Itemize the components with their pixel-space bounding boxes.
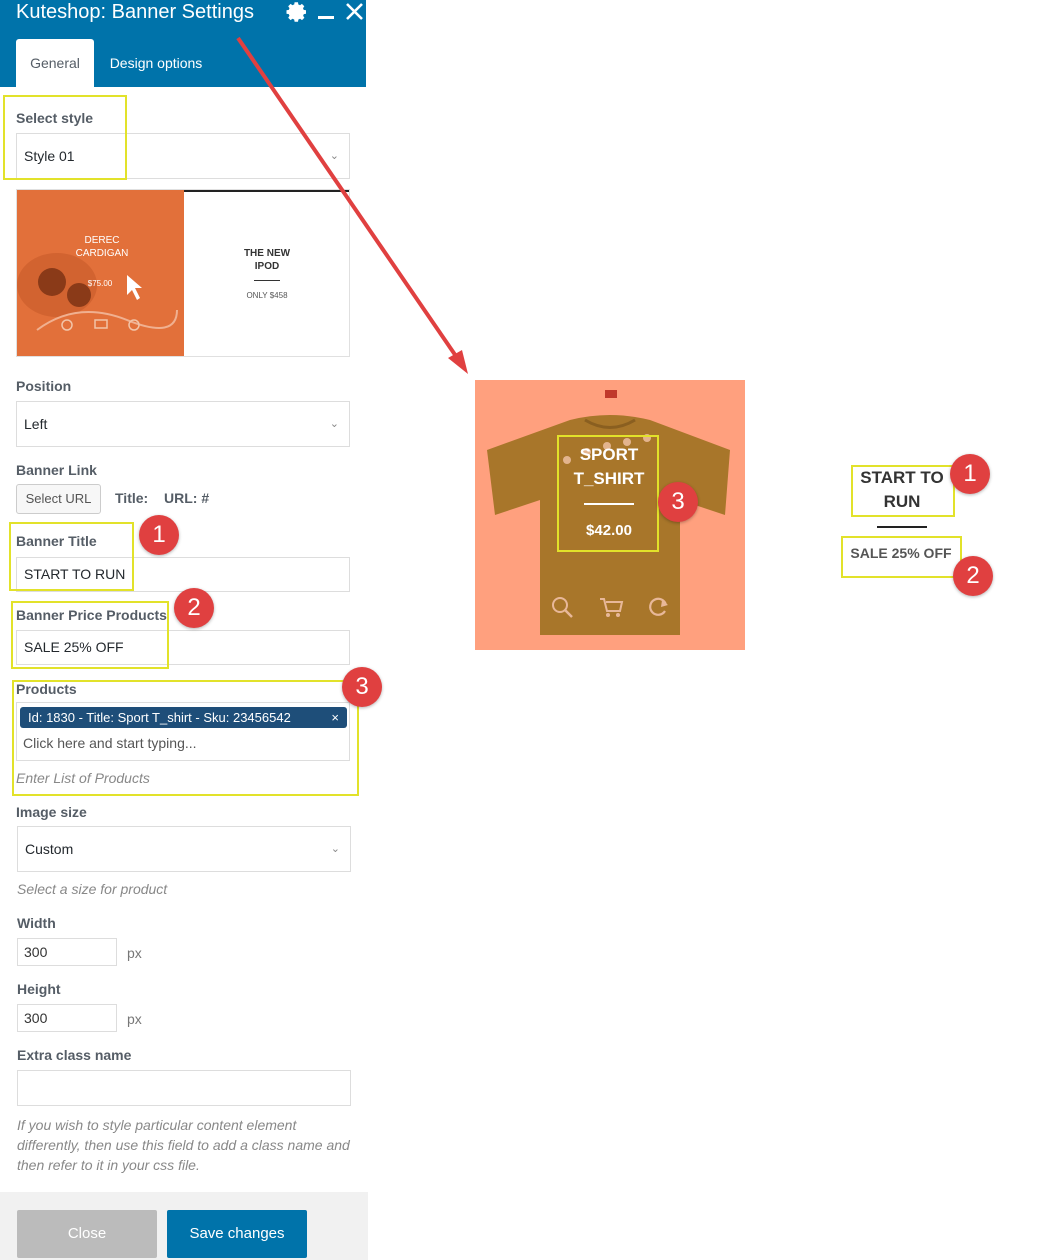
badge-number-1: 1 [950, 454, 990, 494]
refresh-icon [649, 597, 668, 616]
badge-number-3: 3 [658, 482, 698, 522]
badge-number-2: 2 [174, 588, 214, 628]
badge-number-1: 1 [139, 515, 179, 555]
badge-number-2: 2 [953, 556, 993, 596]
highlight-preview-product [557, 435, 659, 552]
badge-number-3: 3 [342, 667, 382, 707]
search-icon [552, 597, 573, 618]
pointer-arrow-head [448, 350, 468, 374]
highlight-preview-title [851, 465, 955, 517]
pointer-arrow-line [236, 36, 462, 364]
preview-banner-divider [877, 526, 927, 528]
cart-icon [600, 598, 624, 617]
highlight-preview-price [841, 536, 962, 578]
